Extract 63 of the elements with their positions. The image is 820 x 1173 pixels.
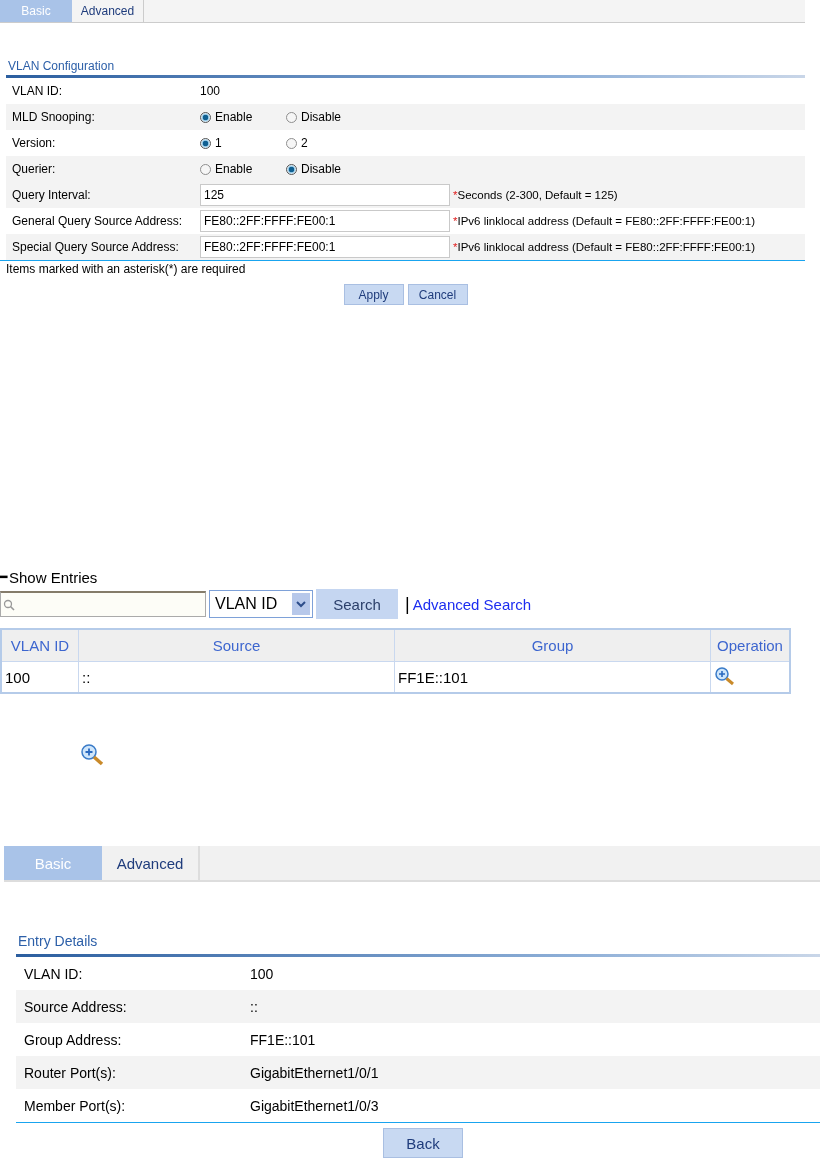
form-button[interactable]: Apply <box>343 284 404 305</box>
field-hint: *IPv6 linklocal address (Default = FE80::2FF:FFFF:FE00:1) <box>452 241 755 253</box>
field-label: Group Address: <box>24 1031 123 1048</box>
field-value: GigabitEthernet1/0/1 <box>250 1064 379 1081</box>
field-value: 100 <box>200 84 221 98</box>
radio-label: 1 <box>215 136 222 150</box>
input-field[interactable]: FE80::2FF:FFFF:FE00:1 <box>200 210 450 232</box>
field-label: Query Interval: <box>11 188 92 202</box>
field-label: Querier: <box>11 162 57 176</box>
field-label: VLAN ID: <box>24 965 84 982</box>
field-value: 100 <box>250 965 274 982</box>
column-header: Source <box>78 629 395 662</box>
radio-label: Enable <box>215 110 253 124</box>
back-button[interactable]: Back <box>383 1128 463 1158</box>
radio-label: Disable <box>301 162 342 176</box>
section-title: Entry Details <box>18 932 99 950</box>
zoom-in-icon[interactable] <box>714 665 736 686</box>
radio-button[interactable] <box>286 111 297 123</box>
radio-button[interactable] <box>200 163 211 175</box>
radio-option[interactable]: Enable <box>200 110 286 124</box>
field-value: GigabitEthernet1/0/3 <box>250 1097 379 1114</box>
section-title: Show Entries <box>9 568 98 586</box>
zoom-in-icon <box>80 743 106 767</box>
radio-option[interactable]: Disable <box>286 162 372 176</box>
field-label: Router Port(s): <box>24 1064 117 1081</box>
form-button[interactable]: Cancel <box>407 284 468 305</box>
search-by-dropdown[interactable]: VLAN ID <box>209 590 313 618</box>
advanced-search-link[interactable]: Advanced Search <box>412 595 532 613</box>
separator: | <box>405 593 410 615</box>
field-label: Member Port(s): <box>24 1097 127 1114</box>
field-hint: *Seconds (2-300, Default = 125) <box>452 189 618 201</box>
collapse-toggle[interactable]: ━ <box>0 570 7 584</box>
radio-label: Enable <box>215 162 253 176</box>
field-label: VLAN ID: <box>11 84 63 98</box>
radio-option[interactable]: Disable <box>286 110 372 124</box>
radio-option[interactable]: Enable <box>200 162 286 176</box>
column-header: Operation <box>710 629 790 662</box>
section-title: VLAN Configuration <box>8 59 116 73</box>
search-button[interactable]: Search <box>316 589 398 619</box>
column-header: VLAN ID <box>1 629 79 662</box>
field-hint: *IPv6 linklocal address (Default = FE80::2FF:FFFF:FE00:1) <box>452 215 755 227</box>
required-note: Items marked with an asterisk(*) are required <box>5 261 247 276</box>
field-value: FF1E::101 <box>250 1031 316 1048</box>
field-label: General Query Source Address: <box>11 214 184 228</box>
input-field[interactable]: FE80::2FF:FFFF:FE00:1 <box>200 236 450 258</box>
column-header: Group <box>394 629 711 662</box>
search-icon <box>3 598 15 611</box>
radio-label: 2 <box>301 136 308 150</box>
search-field[interactable] <box>0 591 206 617</box>
field-value: :: <box>250 998 258 1015</box>
radio-button[interactable] <box>200 137 211 149</box>
field-label: Source Address: <box>24 998 128 1015</box>
radio-option[interactable]: 1 <box>200 136 286 150</box>
radio-label: Disable <box>301 110 342 124</box>
input-field[interactable]: 125 <box>200 184 450 206</box>
radio-button[interactable] <box>286 163 297 175</box>
field-label: Special Query Source Address: <box>11 240 180 254</box>
field-label: Version: <box>11 136 57 150</box>
dropdown-caret-icon <box>292 593 310 615</box>
radio-button[interactable] <box>286 137 297 149</box>
field-label: MLD Snooping: <box>11 110 96 124</box>
radio-option[interactable]: 2 <box>286 136 372 150</box>
radio-button[interactable] <box>200 111 211 123</box>
